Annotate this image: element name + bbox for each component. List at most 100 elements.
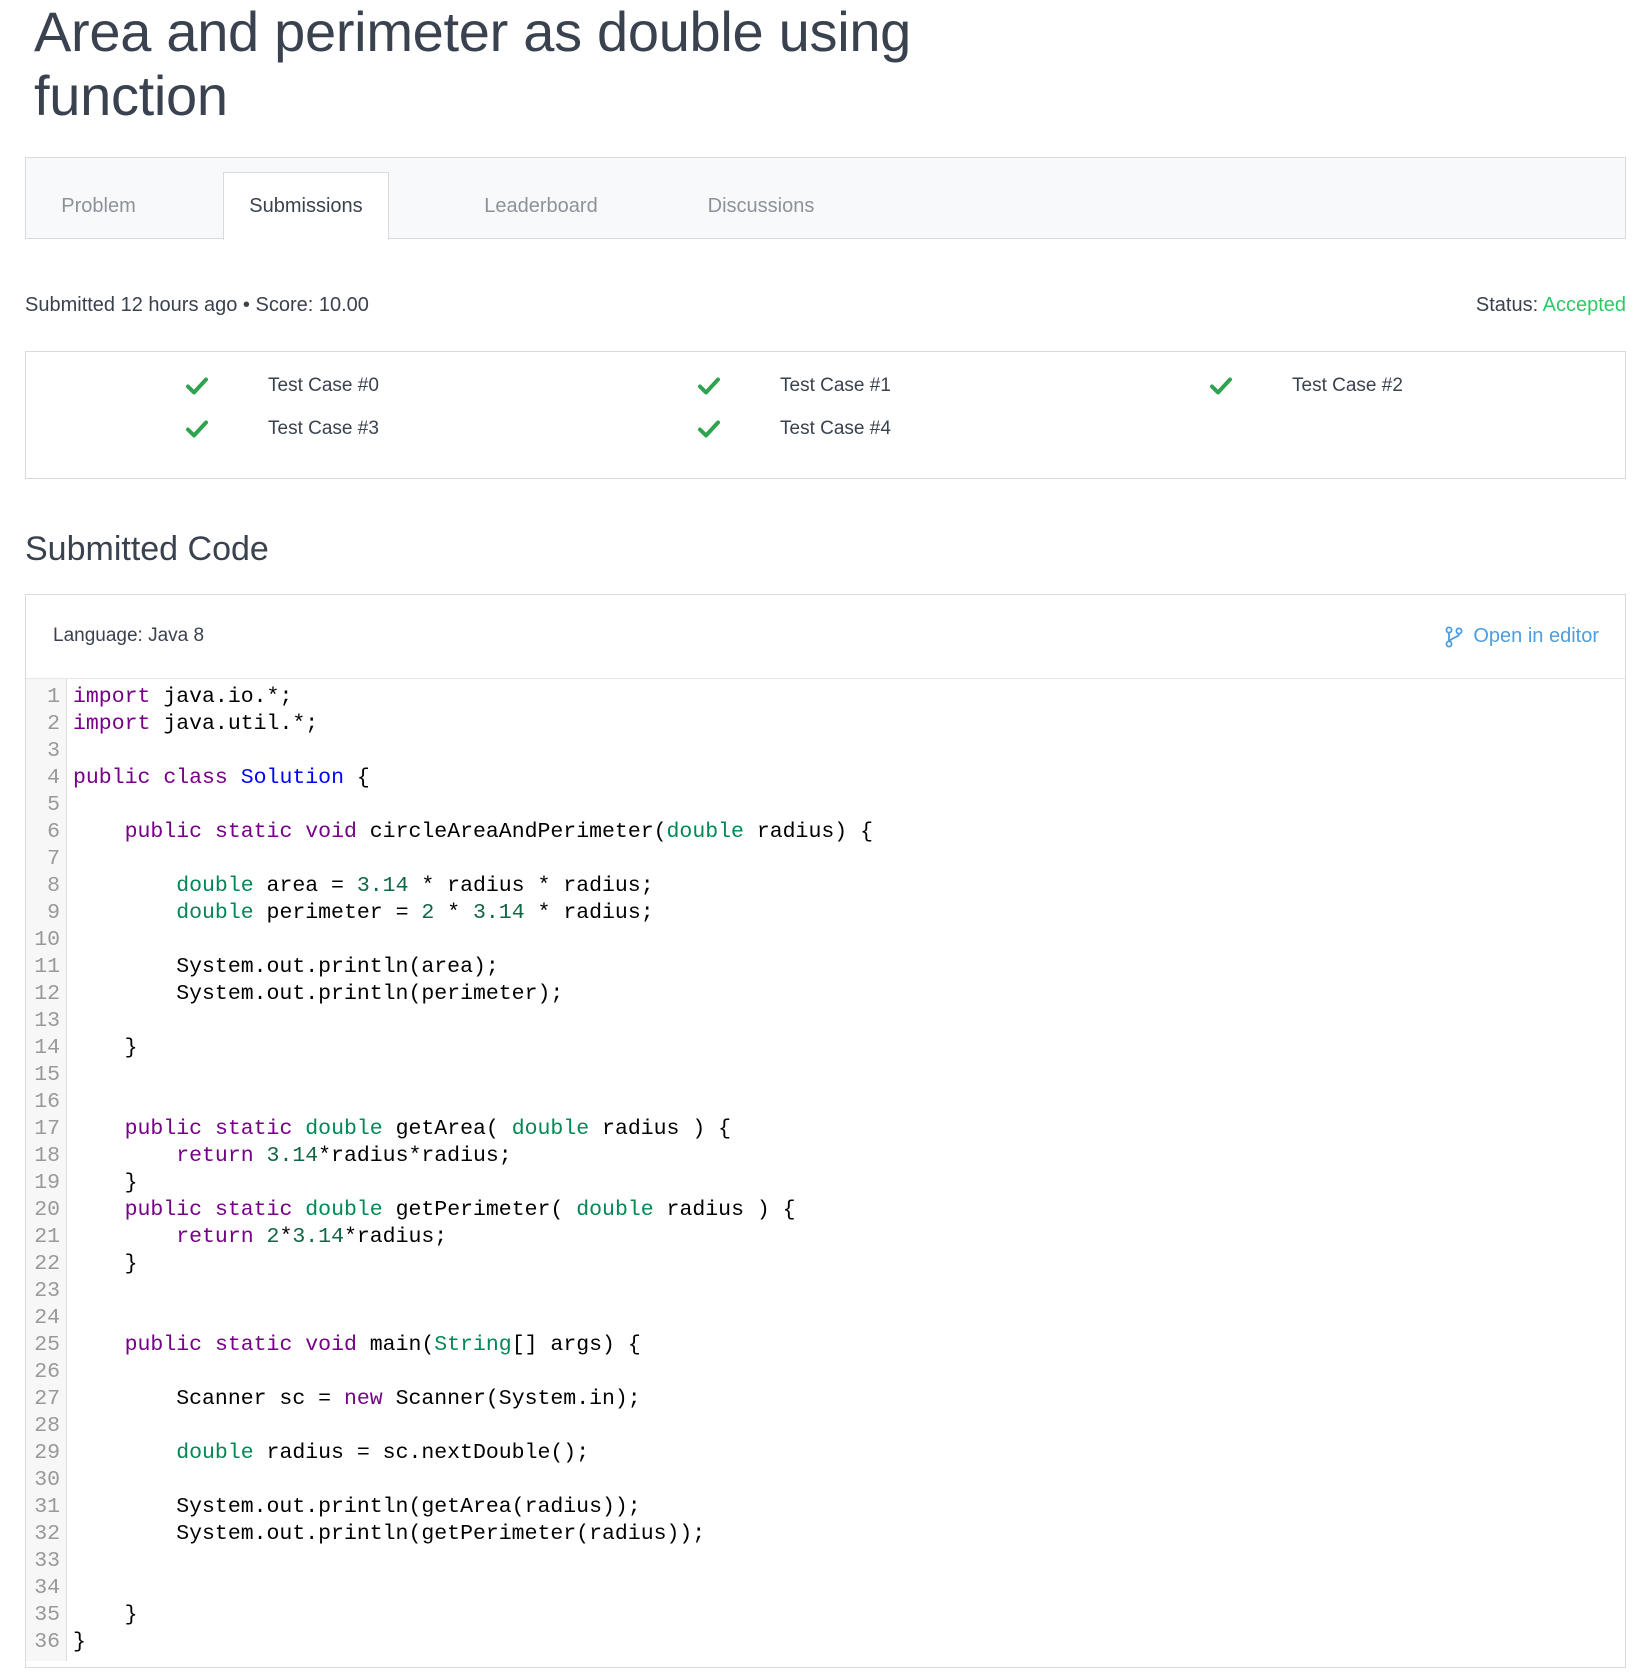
line-number: 19: [34, 1171, 60, 1195]
test-case-label: Test Case #1: [780, 375, 891, 396]
code-text: }: [73, 1630, 86, 1654]
code-line: 25 public static void main(String[] args…: [26, 1332, 1616, 1359]
line-number: 35: [34, 1603, 60, 1627]
open-in-editor-link[interactable]: Open in editor: [1445, 625, 1599, 648]
code-line: 23: [26, 1278, 1616, 1305]
line-number: 4: [47, 766, 60, 790]
test-case-panel: Test Case #0 Test Case #1 Test Case #2 T…: [25, 351, 1626, 479]
code-line: 18 return 3.14*radius*radius;: [26, 1143, 1616, 1170]
line-number: 1: [47, 685, 60, 709]
line-number: 32: [34, 1522, 60, 1546]
code-text: public static void circleAreaAndPerimete…: [124, 820, 873, 844]
section-title: Submitted Code: [25, 530, 269, 568]
code-line: 30: [26, 1467, 1616, 1494]
code-line: 14 }: [26, 1035, 1616, 1062]
code-line: 20 public static double getPerimeter( do…: [26, 1197, 1616, 1224]
code-text: import java.util.*;: [73, 712, 319, 736]
code-line: 3: [26, 738, 1616, 765]
check-icon: [698, 377, 720, 395]
code-line: 9 double perimeter = 2 * 3.14 * radius;: [26, 900, 1616, 927]
line-number: 34: [34, 1576, 60, 1600]
code-line: 5: [26, 792, 1616, 819]
code-text: return 2*3.14*radius;: [176, 1225, 448, 1249]
code-line: 12 System.out.println(perimeter);: [26, 981, 1616, 1008]
status-label: Status:: [1475, 294, 1539, 316]
code-line: 2 import java.util.*;: [26, 711, 1616, 738]
line-number: 5: [47, 793, 60, 817]
code-line: 19 }: [26, 1170, 1616, 1197]
line-number: 21: [34, 1225, 60, 1249]
code-text: double radius = sc.nextDouble();: [176, 1441, 590, 1465]
line-number: 18: [34, 1144, 60, 1168]
code-text: }: [73, 1603, 138, 1627]
line-number: 9: [47, 901, 60, 925]
line-number: 6: [47, 820, 60, 844]
line-number: 3: [47, 739, 60, 763]
code-line: 21 return 2*3.14*radius;: [26, 1224, 1616, 1251]
code-line: 36}: [26, 1629, 1616, 1656]
code-line: 1 import java.io.*;: [26, 684, 1616, 711]
code-editor[interactable]: 1 import java.io.*; 2 import java.util.*; 3 4…: [26, 679, 1625, 1661]
code-text: }: [73, 1252, 138, 1276]
line-number: 28: [34, 1414, 60, 1438]
code-line: 31 System.out.println(getArea(radius));: [26, 1494, 1616, 1521]
tab-discussions[interactable]: Discussions: [686, 172, 836, 240]
line-number: 20: [34, 1198, 60, 1222]
code-line: 34: [26, 1575, 1616, 1602]
fork-icon: [1445, 626, 1463, 647]
code-text: double perimeter = 2 * 3.14 * radius;: [176, 901, 654, 925]
line-number: 8: [47, 874, 60, 898]
line-number: 12: [34, 982, 60, 1006]
page-title: Area and perimeter as double using funct…: [34, 0, 912, 127]
line-number: 14: [34, 1036, 60, 1060]
line-number: 33: [34, 1549, 60, 1573]
code-line: 8 double area = 3.14 * radius * radius;: [26, 873, 1616, 900]
code-text: public static double getPerimeter( doubl…: [124, 1198, 796, 1222]
line-number: 15: [34, 1063, 60, 1087]
line-number: 2: [47, 712, 60, 736]
code-text: import java.io.*;: [73, 685, 293, 709]
line-number: 23: [34, 1279, 60, 1303]
line-number: 30: [34, 1468, 60, 1492]
code-text: return 3.14*radius*radius;: [176, 1144, 512, 1168]
code-text: }: [73, 1036, 138, 1060]
code-header: Language: Java 8 Open in editor: [26, 595, 1625, 679]
code-line: 16: [26, 1089, 1616, 1116]
test-case-label: Test Case #2: [1292, 375, 1403, 396]
code-text: double area = 3.14 * radius * radius;: [176, 874, 654, 898]
tab-submissions[interactable]: Submissions: [223, 172, 389, 240]
status-badge: Accepted: [1542, 294, 1626, 316]
check-icon: [1210, 377, 1232, 395]
code-text: Scanner sc = new Scanner(System.in);: [73, 1387, 641, 1411]
code-line: 29 double radius = sc.nextDouble();: [26, 1440, 1616, 1467]
test-case-label: Test Case #4: [780, 418, 891, 439]
tab-problem[interactable]: Problem: [36, 172, 161, 240]
submission-meta: Submitted 12 hours ago • Score: 10.00: [25, 294, 369, 316]
code-line: 26: [26, 1359, 1616, 1386]
code-line: 11 System.out.println(area);: [26, 954, 1616, 981]
line-number: 13: [34, 1009, 60, 1033]
code-line: 33: [26, 1548, 1616, 1575]
line-number: 22: [34, 1252, 60, 1276]
code-line: 22 }: [26, 1251, 1616, 1278]
code-text: public static double getArea( double rad…: [124, 1117, 732, 1141]
code-text: }: [73, 1171, 138, 1195]
code-text: public static void main(String[] args) {: [124, 1333, 641, 1357]
code-text: System.out.println(getPerimeter(radius))…: [73, 1522, 706, 1546]
line-number: 29: [34, 1441, 60, 1465]
code-text: public class Solution {: [73, 766, 370, 790]
check-icon: [698, 420, 720, 438]
code-line: 15: [26, 1062, 1616, 1089]
code-line: 6 public static void circleAreaAndPerime…: [26, 819, 1616, 846]
check-icon: [186, 420, 208, 438]
tab-leaderboard[interactable]: Leaderboard: [466, 172, 616, 240]
line-number: 24: [34, 1306, 60, 1330]
code-line: 4 public class Solution {: [26, 765, 1616, 792]
code-text: System.out.println(area);: [73, 955, 499, 979]
line-number: 10: [34, 928, 60, 952]
line-number: 11: [34, 955, 60, 979]
code-panel: Language: Java 8 Open in editor 1 import …: [25, 594, 1626, 1668]
test-case-label: Test Case #3: [268, 418, 379, 439]
line-number: 16: [34, 1090, 60, 1114]
check-icon: [186, 377, 208, 395]
